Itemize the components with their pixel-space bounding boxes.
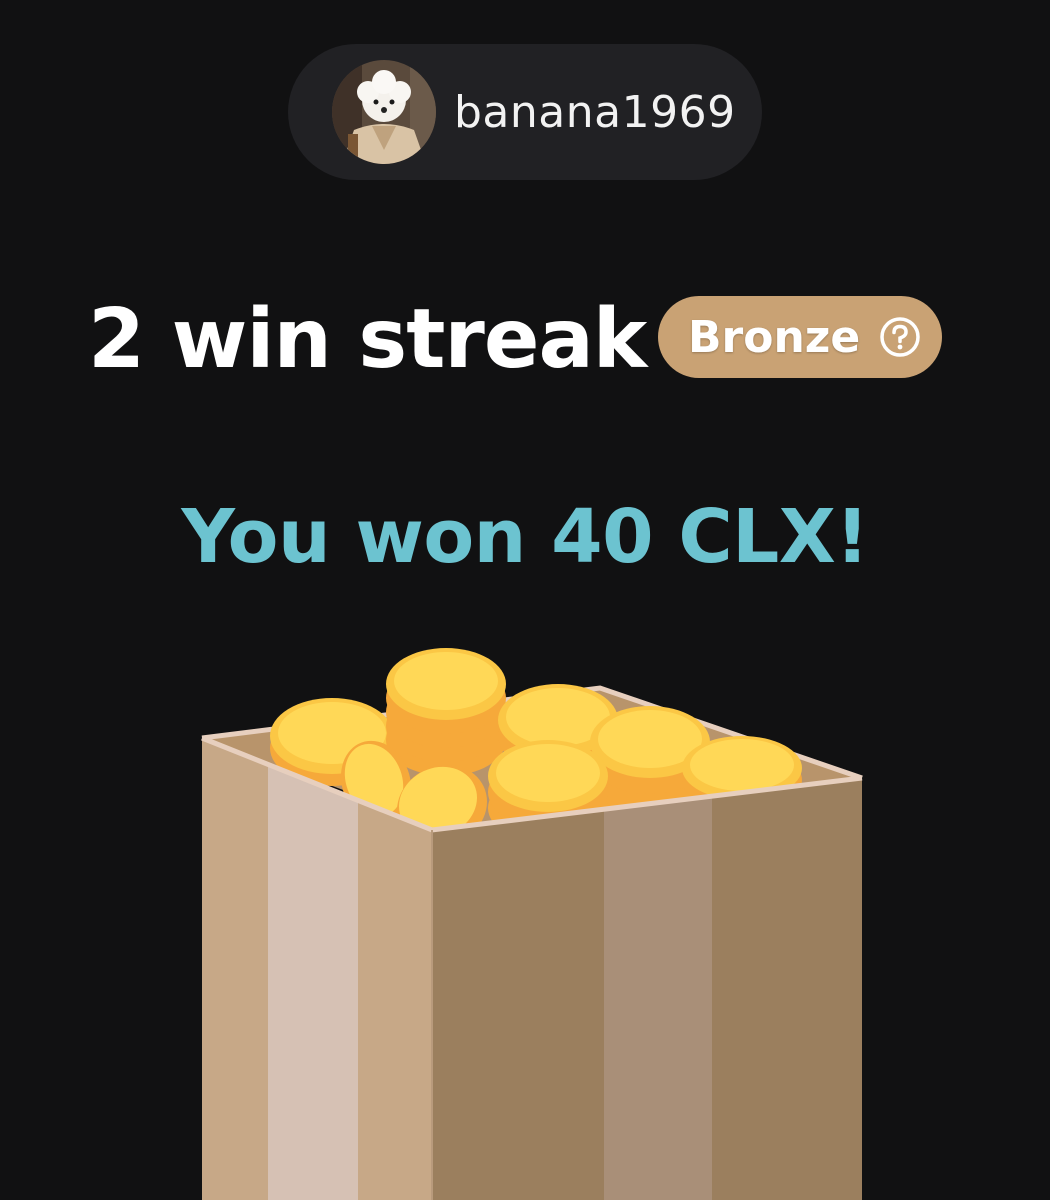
coin-box-icon (190, 640, 880, 1200)
tier-badge[interactable]: Bronze (658, 296, 942, 378)
username: banana1969 (454, 86, 736, 138)
user-chip[interactable]: banana1969 (288, 44, 762, 180)
tier-label: Bronze (688, 311, 861, 363)
win-message: You won 40 CLX! (181, 494, 869, 580)
streak-title: 2 win streak (88, 292, 647, 387)
streak-row: 2 win streak Bronze (0, 290, 1050, 390)
avatar (332, 60, 436, 164)
question-circle-icon[interactable] (878, 315, 922, 359)
reward-screen: banana1969 2 win streak Bronze You won 4… (0, 0, 1050, 1200)
